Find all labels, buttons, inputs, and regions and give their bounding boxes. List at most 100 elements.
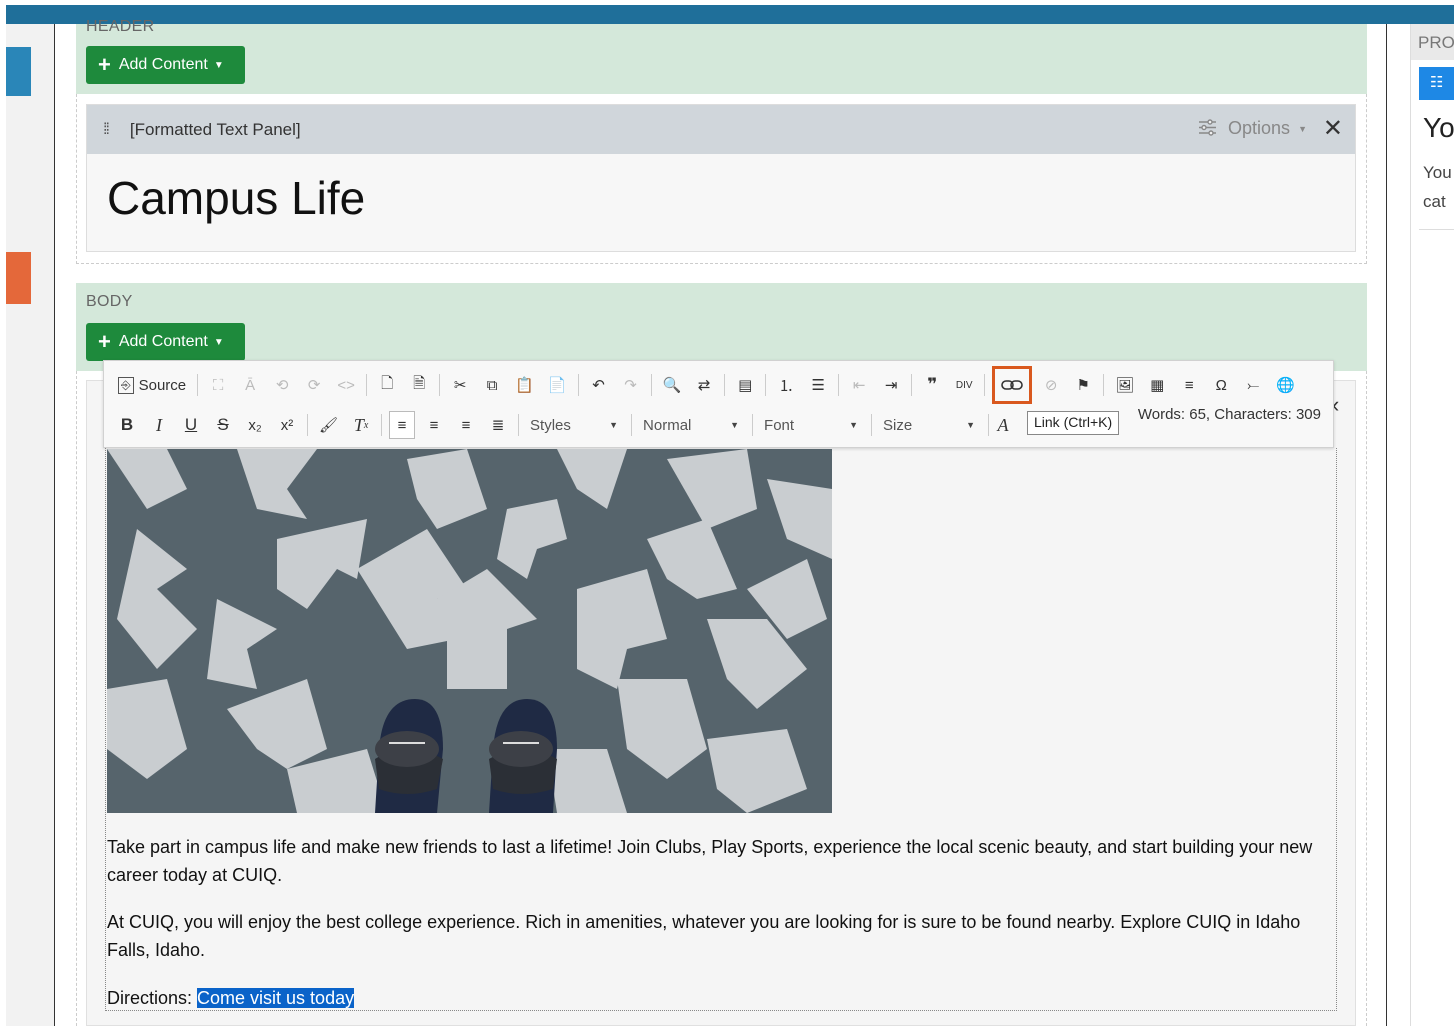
anchor-flag-icon[interactable]: ⚑ <box>1070 371 1096 399</box>
strikethrough-button[interactable]: S <box>210 411 236 439</box>
list-view-button[interactable]: ☷ <box>1419 67 1454 100</box>
unlink-icon[interactable]: ⊘ <box>1038 371 1064 399</box>
styles-combo-label: Styles <box>530 416 571 434</box>
toolbar-separator <box>752 414 754 436</box>
toolbar-separator <box>871 414 873 436</box>
new-page-icon[interactable]: 🗋 <box>374 371 400 399</box>
font-combo-label: Font <box>764 416 795 434</box>
word-count: Words: 65, Characters: 309 <box>1137 406 1321 423</box>
plus-icon: + <box>98 52 111 77</box>
align-left-button[interactable]: ≡ <box>389 411 416 439</box>
content-paragraph: Take part in campus life and make new fr… <box>107 837 1313 885</box>
spellcheck-icon[interactable]: Ā <box>237 371 263 399</box>
paste-icon[interactable]: 📋 <box>511 371 538 399</box>
properties-panel: PRO ☷ Yo You cat <box>1410 24 1454 1026</box>
body-add-content-button[interactable]: + Add Content ▼ <box>86 323 245 361</box>
toolbar-separator <box>366 374 368 396</box>
styles-combo[interactable]: Styles ▼ <box>526 411 624 439</box>
close-icon[interactable]: ✕ <box>1323 114 1343 143</box>
copy-icon[interactable]: ⧉ <box>479 371 505 399</box>
underline-button[interactable]: U <box>178 411 204 439</box>
templates-icon[interactable]: ⛶ <box>205 371 231 399</box>
toolbar-separator <box>307 414 308 436</box>
rail-tab-orange[interactable] <box>6 252 31 304</box>
list-icon: ☷ <box>1430 74 1444 91</box>
properties-panel-title: Yo <box>1423 112 1454 143</box>
options-button[interactable]: Options ▼ <box>1198 118 1307 139</box>
numbered-list-icon[interactable]: ⒈ <box>773 371 799 399</box>
formatted-text-panel: ⁞⁞ [Formatted Text Panel] Options ▼ ✕ Ca… <box>86 104 1356 252</box>
justify-button[interactable]: ≣ <box>485 411 511 439</box>
editor-toolbar: ⎆ Source ⛶ Ā ⟲ ⟳ <> 🗋 🗎 ✂ ⧉ 📋 📄 ↶ ↷ 🔍 ⇄ … <box>103 360 1334 448</box>
bold-button[interactable]: B <box>114 411 140 439</box>
cut-icon[interactable]: ✂ <box>447 371 473 399</box>
link-tooltip: Link (Ctrl+K) <box>1027 411 1120 435</box>
format-combo-label: Normal <box>643 416 692 434</box>
link-button[interactable] <box>992 366 1033 404</box>
arrows-on-pavement-image <box>107 449 832 813</box>
rail-tab-blue[interactable] <box>6 47 31 96</box>
paste-text-icon[interactable]: 📄 <box>544 371 571 399</box>
text-color-icon[interactable]: A <box>996 411 1010 439</box>
left-rail <box>6 24 55 1026</box>
drag-handle-icon[interactable]: ⁞⁞ <box>103 121 110 139</box>
properties-panel-text-line: You <box>1423 163 1452 182</box>
panel-name: [Formatted Text Panel] <box>129 119 301 139</box>
header-add-content-button[interactable]: + Add Content ▼ <box>86 46 245 84</box>
indent-icon[interactable]: ⇥ <box>878 371 904 399</box>
select-all-icon[interactable]: ▤ <box>732 371 758 399</box>
campus-arrows-photo[interactable] <box>107 449 832 813</box>
table-icon[interactable]: ▦ <box>1144 371 1170 399</box>
code-icon[interactable]: <> <box>333 371 359 399</box>
subscript-button[interactable]: x₂ <box>242 411 268 439</box>
italic-button[interactable]: I <box>146 411 172 439</box>
properties-panel-text: You cat <box>1423 158 1452 216</box>
align-right-button[interactable]: ≡ <box>453 411 479 439</box>
caret-down-icon: ▼ <box>609 420 619 430</box>
special-character-icon[interactable]: Ω <box>1208 371 1234 399</box>
align-center-button[interactable]: ≡ <box>421 411 447 439</box>
caret-down-icon: ▼ <box>213 336 224 348</box>
undo-variant-icon[interactable]: ⟲ <box>269 371 295 399</box>
sliders-icon <box>1199 119 1216 136</box>
source-button[interactable]: ⎆ Source <box>114 371 190 399</box>
caret-down-icon: ▼ <box>966 420 976 430</box>
plus-icon: + <box>98 329 111 354</box>
create-div-icon[interactable]: DIV <box>951 371 977 399</box>
caret-down-icon: ▼ <box>1298 124 1307 134</box>
options-label: Options <box>1228 118 1291 138</box>
toolbar-separator <box>838 374 840 396</box>
content-paragraph: At CUIQ, you will enjoy the best college… <box>107 912 1301 960</box>
directions-label: Directions: <box>107 988 198 1008</box>
toolbar-separator <box>988 414 990 436</box>
format-combo[interactable]: Normal ▼ <box>639 411 745 439</box>
blockquote-icon[interactable]: ❞ <box>919 371 945 399</box>
selected-link-text[interactable]: Come visit us today <box>197 988 355 1008</box>
toolbar-separator <box>911 374 913 396</box>
toolbar-separator <box>381 414 383 436</box>
toolbar-separator <box>439 374 441 396</box>
copy-formatting-icon[interactable]: 🖌 <box>315 411 342 439</box>
header-zone-label: HEADER <box>86 18 155 35</box>
replace-icon[interactable]: ⇄ <box>691 371 717 399</box>
font-combo[interactable]: Font ▼ <box>760 411 864 439</box>
redo-icon[interactable]: ↷ <box>618 371 644 399</box>
toolbar-separator <box>1103 374 1105 396</box>
image-icon[interactable]: 🖼 <box>1111 371 1138 399</box>
outdent-icon[interactable]: ⇤ <box>846 371 872 399</box>
remove-format-icon[interactable]: Tx <box>348 411 374 439</box>
horizontal-rule-icon[interactable]: ≡ <box>1176 371 1202 399</box>
undo-icon[interactable]: ↶ <box>586 371 612 399</box>
add-content-label: Add Content <box>118 333 208 350</box>
bulleted-list-icon[interactable]: ☰ <box>805 371 831 399</box>
toolbar-row-2: B I U S x₂ x² 🖌 Tx ≡ ≡ ≡ ≣ Styles ▼ Norm… <box>114 409 1016 441</box>
size-combo[interactable]: Size ▼ <box>879 411 981 439</box>
find-icon[interactable]: 🔍 <box>659 371 686 399</box>
superscript-button[interactable]: x² <box>274 411 300 439</box>
top-bar <box>6 5 1454 24</box>
page-break-icon[interactable]: ⤚ <box>1240 371 1266 399</box>
preview-icon[interactable]: 🗎 <box>406 371 432 399</box>
redo-variant-icon[interactable]: ⟳ <box>301 371 327 399</box>
toolbar-separator <box>984 374 986 396</box>
globe-icon[interactable]: 🌐 <box>1272 371 1299 399</box>
